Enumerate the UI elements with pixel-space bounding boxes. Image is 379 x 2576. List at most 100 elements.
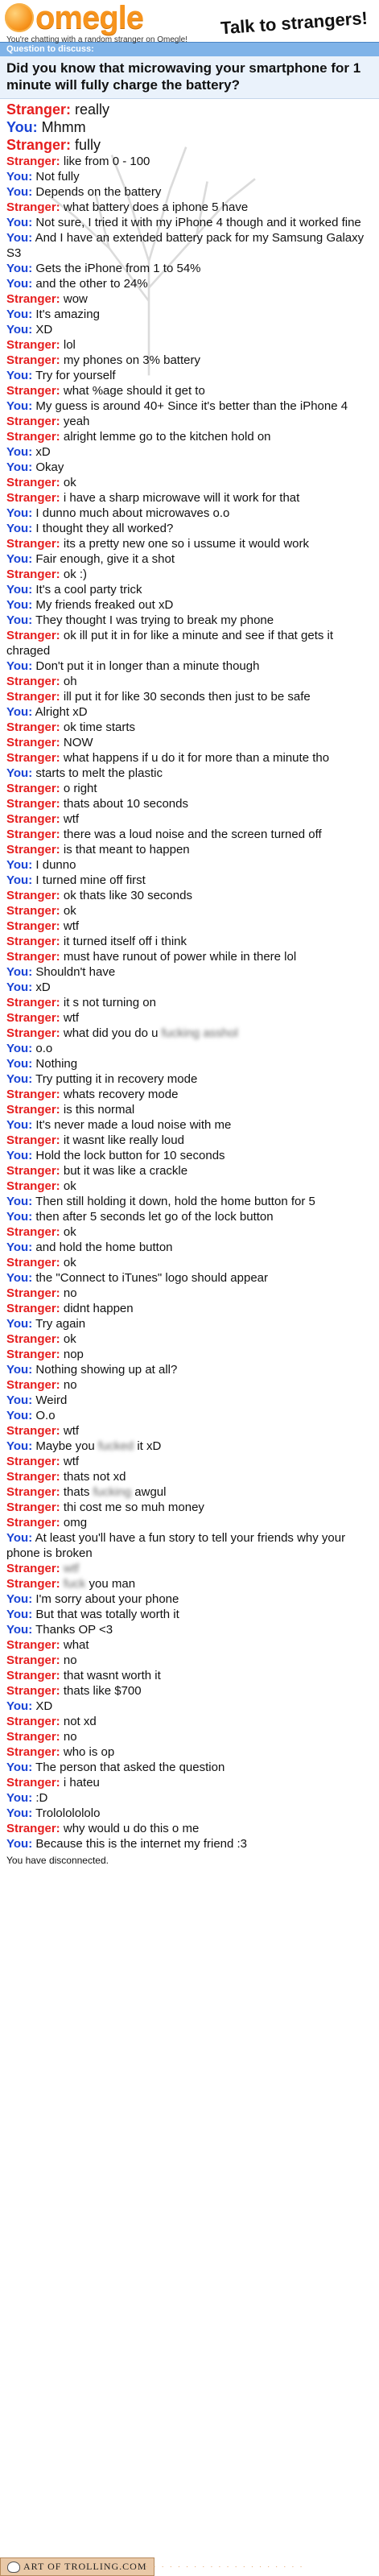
stranger-speaker-label: Stranger:: [6, 1088, 60, 1101]
message-text: ill put it for like 30 seconds then just…: [63, 690, 311, 704]
stranger-speaker-label: Stranger:: [6, 101, 72, 118]
message-text: what: [63, 1638, 89, 1652]
message-text: ok: [63, 1225, 76, 1239]
message-text: and hold the home button: [35, 1241, 173, 1254]
message-text: whats recovery mode: [63, 1088, 179, 1101]
stranger-message: Stranger: why would u do this o me: [6, 1821, 373, 1836]
stranger-speaker-label: Stranger:: [6, 1011, 60, 1025]
you-speaker-label: You:: [6, 1806, 33, 1820]
stranger-message: Stranger: what happens if u do it for mo…: [6, 750, 373, 766]
message-text: really: [75, 101, 110, 118]
message-text: ok: [63, 904, 76, 918]
censored-word: fucking asshol: [161, 1026, 238, 1040]
you-speaker-label: You:: [6, 1393, 33, 1407]
you-speaker-label: You:: [6, 659, 33, 673]
stranger-speaker-label: Stranger:: [6, 736, 60, 749]
stranger-message: Stranger: ok: [6, 475, 373, 490]
message-text: no: [63, 1286, 77, 1300]
stranger-message: Stranger: ok time starts: [6, 720, 373, 735]
you-speaker-label: You:: [6, 1837, 33, 1851]
you-speaker-label: You:: [6, 323, 33, 336]
stranger-speaker-label: Stranger:: [6, 1378, 60, 1392]
message-text: omg: [63, 1516, 88, 1530]
stranger-message: Stranger: thats like $700: [6, 1683, 373, 1699]
stranger-speaker-label: Stranger:: [6, 1302, 60, 1315]
message-text: starts to melt the plastic: [35, 766, 163, 780]
message-text: I dunno: [35, 858, 76, 872]
message-text: alright lemme go to the kitchen hold on: [63, 430, 271, 444]
stranger-message: Stranger: yeah: [6, 414, 373, 429]
message-text: And I have an extended battery pack for …: [6, 231, 365, 260]
message-text: Weird: [35, 1393, 68, 1407]
you-speaker-label: You:: [6, 583, 33, 597]
stranger-speaker-label: Stranger:: [6, 1026, 60, 1040]
message-text: My guess is around 40+ Since it's better…: [35, 399, 348, 413]
stranger-speaker-label: Stranger:: [6, 889, 60, 902]
stranger-message: Stranger: ok thats like 30 seconds: [6, 888, 373, 903]
message-text: wtf: [63, 1424, 80, 1438]
message-text: Trolololololo: [35, 1806, 101, 1820]
message-text: ok :): [63, 568, 88, 581]
stranger-speaker-label: Stranger:: [6, 568, 60, 581]
stranger-speaker-label: Stranger:: [6, 812, 60, 826]
stranger-message: Stranger: thats not xd: [6, 1469, 373, 1484]
message-text: ok thats like 30 seconds: [63, 889, 192, 902]
stranger-message: Stranger: NOW: [6, 735, 373, 750]
message-text: Hold the lock button for 10 seconds: [35, 1149, 225, 1162]
stranger-message: Stranger: ok: [6, 1224, 373, 1240]
stranger-speaker-label: Stranger:: [6, 1348, 60, 1361]
stranger-message: Stranger: my phones on 3% battery: [6, 353, 373, 368]
message-text: no: [63, 1378, 77, 1392]
message-text: is this normal: [63, 1103, 135, 1117]
you-message: You: I dunno much about microwaves o.o: [6, 506, 373, 521]
you-message: You: It's a cool party trick: [6, 582, 373, 597]
message-text: My friends freaked out xD: [35, 598, 174, 612]
you-speaker-label: You:: [6, 399, 33, 413]
you-speaker-label: You:: [6, 1195, 33, 1208]
stranger-speaker-label: Stranger:: [6, 1684, 60, 1698]
message-text: Not sure, I tried it with my iPhone 4 th…: [35, 216, 361, 229]
message-text: Because this is the internet my friend :…: [35, 1837, 248, 1851]
message-text: Maybe you: [35, 1439, 95, 1453]
you-speaker-label: You:: [6, 1761, 33, 1774]
you-speaker-label: You:: [6, 1149, 33, 1162]
stranger-message: Stranger: thi cost me so muh money: [6, 1500, 373, 1515]
stranger-speaker-label: Stranger:: [6, 1225, 60, 1239]
you-message: You: I thought they all worked?: [6, 521, 373, 536]
you-message: You: I'm sorry about your phone: [6, 1591, 373, 1607]
stranger-speaker-label: Stranger:: [6, 935, 60, 948]
stranger-message: Stranger: thats about 10 seconds: [6, 796, 373, 811]
message-text: They thought I was trying to break my ph…: [35, 613, 274, 627]
stranger-speaker-label: Stranger:: [6, 1179, 60, 1193]
you-speaker-label: You:: [6, 1592, 33, 1606]
you-message: You: Don't put it in longer than a minut…: [6, 658, 373, 674]
message-text: NOW: [63, 736, 93, 749]
you-speaker-label: You:: [6, 613, 33, 627]
you-speaker-label: You:: [6, 1210, 33, 1224]
you-message: You: Because this is the internet my fri…: [6, 1836, 373, 1852]
stranger-message: Stranger: what: [6, 1637, 373, 1653]
chat-status-line: You're chatting with a random stranger o…: [6, 35, 187, 44]
stranger-speaker-label: Stranger:: [6, 720, 60, 734]
stranger-message: Stranger: ok ill put it in for like a mi…: [6, 628, 373, 658]
message-text: Nothing showing up at all?: [35, 1363, 178, 1377]
message-text: my phones on 3% battery: [63, 353, 200, 367]
stranger-speaker-label: Stranger:: [6, 1653, 60, 1667]
stranger-message: Stranger: not xd: [6, 1714, 373, 1729]
stranger-message: Stranger: no: [6, 1377, 373, 1393]
stranger-message: Stranger: wtf: [6, 919, 373, 934]
message-text: thats like $700: [63, 1684, 142, 1698]
stranger-speaker-label: Stranger:: [6, 353, 60, 367]
message-text: I dunno much about microwaves o.o: [35, 506, 230, 520]
stranger-speaker-label: Stranger:: [6, 1745, 60, 1759]
message-text: It's never made a loud noise with me: [35, 1118, 232, 1132]
you-message: You: xD: [6, 444, 373, 460]
stranger-message: Stranger: ok: [6, 1255, 373, 1270]
stranger-speaker-label: Stranger:: [6, 1103, 60, 1117]
you-message: You: Try putting it in recovery mode: [6, 1071, 373, 1087]
stranger-speaker-label: Stranger:: [6, 675, 60, 688]
message-text: The person that asked the question: [35, 1761, 225, 1774]
stranger-message: Stranger: like from 0 - 100: [6, 154, 373, 169]
you-message: You: My friends freaked out xD: [6, 597, 373, 613]
you-speaker-label: You:: [6, 1623, 33, 1637]
